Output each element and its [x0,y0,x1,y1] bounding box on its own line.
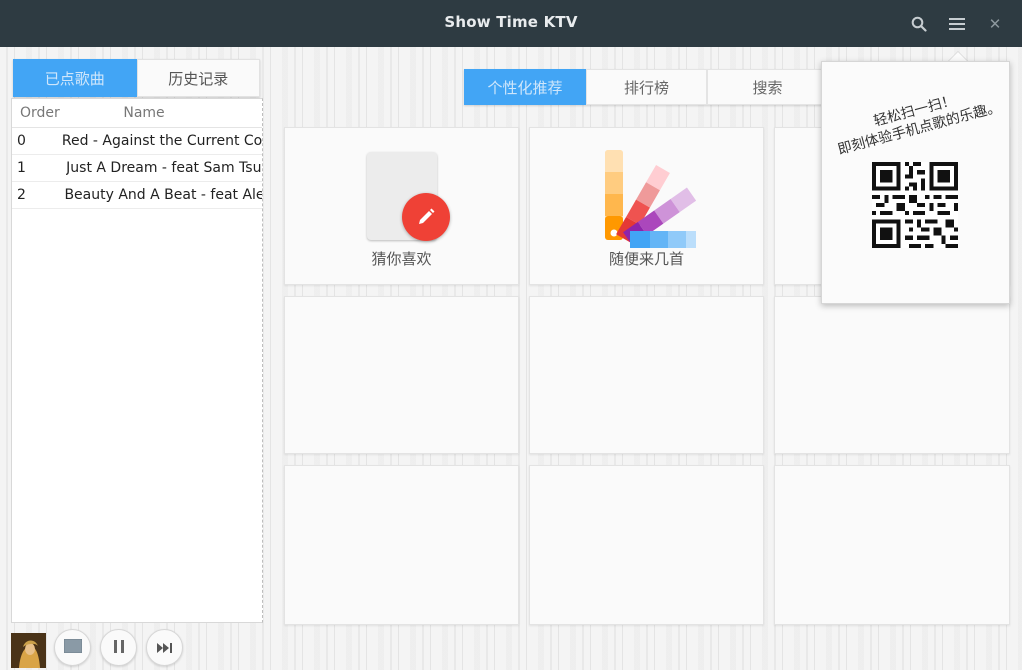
tab-history[interactable]: 历史记录 [136,59,260,97]
tile-label: 猜你喜欢 [371,250,432,268]
row-name: Beauty And A Beat - feat Alex [64,187,262,203]
close-button[interactable]: ✕ [980,9,1010,39]
row-order: 1 [17,160,26,176]
menu-button[interactable] [942,9,972,39]
close-icon: ✕ [988,15,1002,33]
row-order: 0 [17,133,26,149]
tab-charts[interactable]: 排行榜 [586,69,707,105]
tile-empty[interactable] [774,296,1010,454]
tile-guess-you-like[interactable]: 猜你喜欢 [284,127,519,285]
tile-label: 随便来几首 [608,250,684,268]
title-bar: Show Time KTV ✕ [0,0,1022,47]
skip-next-icon [156,638,173,657]
hamburger-menu-icon [949,17,965,31]
left-tab-bar: 已点歌曲 历史记录 [13,59,260,97]
table-row[interactable]: 2 Beauty And A Beat - feat Alex [12,182,262,209]
row-order: 2 [17,187,26,203]
tab-recommended[interactable]: 个性化推荐 [464,69,586,105]
column-header-name[interactable]: Name [66,105,262,121]
tab-search[interactable]: 搜索 [707,69,828,105]
row-name: Red - Against the Current Cover [61,133,262,149]
tile-empty[interactable] [284,465,519,625]
player-bar [0,623,1022,670]
tile-random-songs[interactable]: 随便来几首 [529,127,764,285]
column-header-order[interactable]: Order [12,105,66,121]
tile-empty[interactable] [529,296,764,454]
pause-icon [113,638,125,657]
stop-icon [63,638,82,657]
qr-code [872,162,958,248]
tile-empty[interactable] [284,296,519,454]
tile-empty[interactable] [529,465,764,625]
next-button[interactable] [146,629,183,666]
stop-button[interactable] [54,629,91,666]
album-art[interactable] [11,633,46,668]
search-icon [911,16,927,32]
tile-empty[interactable] [774,465,1010,625]
search-button[interactable] [904,9,934,39]
window-title: Show Time KTV [444,13,578,31]
main-tab-bar: 个性化推荐 排行榜 搜索 [464,69,828,105]
qr-popover: 轻松扫一扫！ 即刻体验手机点歌的乐趣。 [821,61,1010,304]
pause-button[interactable] [100,629,137,666]
table-row[interactable]: 0 Red - Against the Current Cover [12,128,262,155]
table-header: Order Name [12,99,262,128]
qr-caption: 轻松扫一扫！ 即刻体验手机点歌的乐趣。 [826,80,1007,161]
row-name: Just A Dream - feat Sam Tsui [66,160,262,176]
tab-queued-songs[interactable]: 已点歌曲 [13,59,137,97]
color-palette-icon [605,150,696,248]
pencil-icon [402,193,450,241]
playlist-table: Order Name 0 Red - Against the Current C… [11,98,263,623]
table-row[interactable]: 1 Just A Dream - feat Sam Tsui [12,155,262,182]
